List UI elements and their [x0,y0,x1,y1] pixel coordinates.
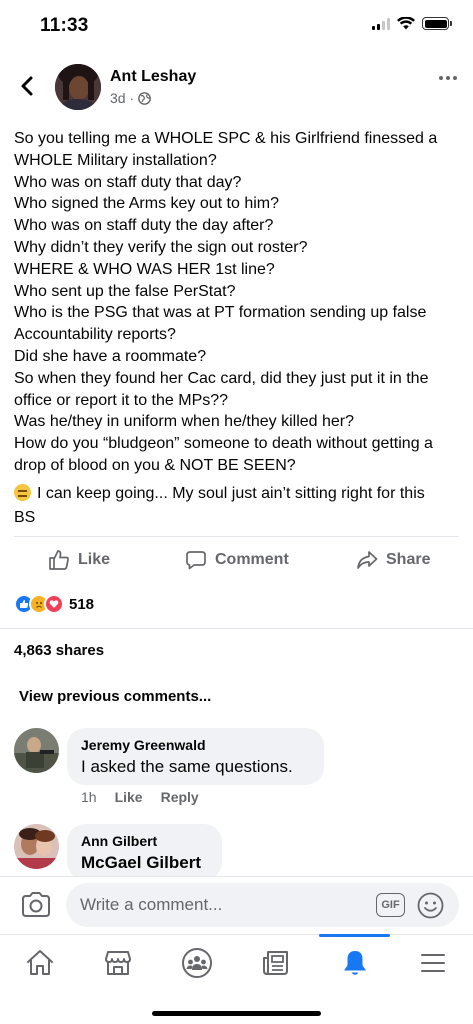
comment-mention[interactable]: McGael Gilbert [81,853,208,873]
wifi-icon [397,17,415,30]
post-text-line: Was he/they in uniform when he/they kill… [14,413,355,431]
share-button[interactable]: Share [356,549,430,571]
comment-like-button[interactable]: Like [115,789,143,805]
post-actions: Like Comment Share [0,538,473,582]
post-text-line: Why didn’t they verify the sign out rost… [14,238,308,256]
post-text-line: Who sent up the false PerStat? [14,282,236,300]
comment-composer: GIF [0,876,473,934]
chevron-left-icon [21,76,33,96]
status-icons [372,17,452,30]
back-button[interactable] [14,72,42,100]
tab-menu[interactable] [408,941,458,985]
status-time: 11:33 [40,15,89,36]
post-text-line: So when they found her Cac card, did the… [14,369,429,387]
post-text-line: drop of blood on you & NOT BE SEEN? [14,456,296,474]
post-text-line: How do you “bludgeon” someone to death w… [14,435,433,453]
share-label: Share [386,551,431,568]
divider [14,536,459,537]
camera-button[interactable] [20,891,52,924]
emoji-button[interactable] [417,892,444,924]
post-time[interactable]: 3d · [110,90,134,106]
post-text-line: Did she have a roommate? [14,347,207,365]
post-closing-line: I can keep going... My soul just ain’t s… [37,485,425,502]
tab-notifications[interactable] [330,941,380,985]
thumbs-up-icon [49,550,69,570]
hamburger-menu-icon [421,954,445,972]
comment-reply-button[interactable]: Reply [161,789,199,805]
post-closing-line: BS [14,509,36,526]
status-bar: 11:33 [0,0,473,54]
commenter-name[interactable]: Jeremy Greenwald [81,737,310,753]
smiley-icon [417,892,444,919]
tab-home[interactable] [15,941,65,985]
post-text-line: So you telling me a WHOLE SPC & his Girl… [14,130,438,147]
view-previous-comments-link[interactable]: View previous comments... [19,688,211,705]
home-icon [27,950,53,975]
active-tab-indicator [319,934,390,937]
like-button[interactable]: Like [48,549,110,571]
comment-bubble: Ann Gilbert McGael Gilbert [67,824,222,880]
post-header: Ant Leshay 3d · [0,60,473,120]
post-text-line: WHERE & WHO WAS HER 1st line? [14,260,275,278]
marketplace-icon [105,951,131,975]
commenter-avatar[interactable] [14,824,59,869]
author-avatar[interactable] [55,64,101,110]
tab-marketplace[interactable] [93,941,143,985]
share-arrow-icon [357,551,378,569]
like-label: Like [78,551,111,568]
post-closing-text: I can keep going... My soul just ain’t s… [14,482,462,530]
comment-bubble: Jeremy Greenwald I asked the same questi… [67,728,324,785]
author-name[interactable]: Ant Leshay [110,68,196,86]
author-avatar-image [55,64,101,110]
comment-button[interactable]: Comment [185,549,289,571]
post-text-line: Who was on staff duty the day after? [14,217,274,235]
post-text-line: Who signed the Arms key out to him? [14,195,280,213]
bottom-tab-bar [0,934,473,1024]
battery-icon [422,17,452,30]
home-indicator [152,1011,321,1016]
tab-groups[interactable] [172,941,222,985]
commenter-avatar-image [14,824,59,869]
love-reaction-icon [44,594,64,614]
commenter-avatar[interactable] [14,728,59,773]
commenter-name[interactable]: Ann Gilbert [81,833,208,849]
post-meta: 3d · [110,90,152,106]
post-text-line: Who was on staff duty that day? [14,173,242,191]
groups-icon [182,948,212,978]
post-text-line: Accountability reports? [14,326,176,344]
gif-button[interactable]: GIF [376,893,405,917]
post-text-line: office or report it to the MPs?? [14,391,229,409]
tab-news[interactable] [251,941,301,985]
commenter-avatar-image [14,728,59,773]
comment-actions: 1h Like Reply [81,789,199,805]
cellular-signal-icon [372,17,390,30]
news-feed-icon [263,951,288,975]
post-text-line: WHOLE Military installation? [14,151,217,169]
post-text: So you telling me a WHOLE SPC & his Girl… [14,128,462,477]
comment-text: I asked the same questions. [81,757,293,776]
more-options-button[interactable] [439,76,457,80]
post-text-line: Who is the PSG that was at PT formation … [14,304,427,322]
globe-icon [138,91,152,105]
divider [0,628,473,629]
bell-icon [344,951,366,975]
shares-count[interactable]: 4,863 shares [14,642,104,659]
reaction-count: 518 [69,595,95,613]
camera-icon [22,892,50,917]
reactions-summary[interactable]: 518 [14,594,94,614]
comment-bubble-icon [186,551,206,570]
comment-time: 1h [81,789,97,805]
frustrated-face-emoji-icon [14,484,31,501]
comment-label: Comment [215,551,289,568]
